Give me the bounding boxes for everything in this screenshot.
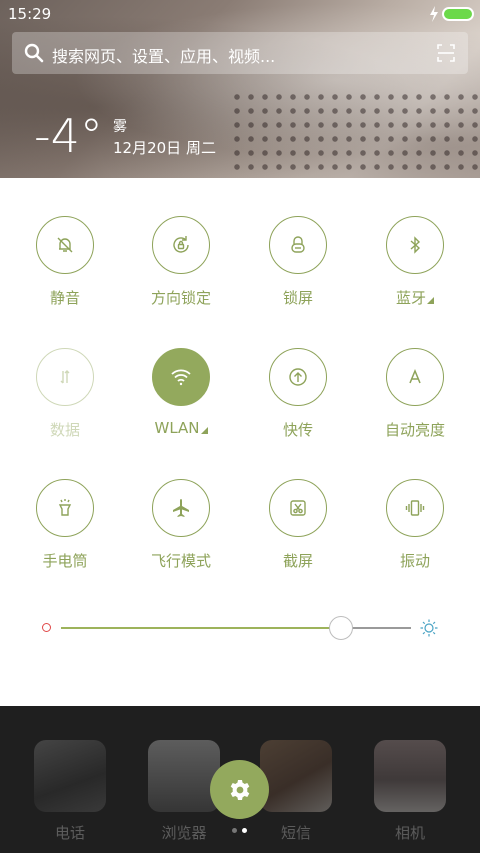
toggle-flashlight-label: 手电筒 [42,552,88,570]
flashlight-icon [58,499,72,516]
toggle-screenshot-button[interactable] [269,479,327,537]
vibrate-icon [405,500,425,516]
toggle-screenshot[interactable]: 截屏 [243,479,353,589]
settings-button[interactable] [210,760,269,819]
toggle-quick-transfer-label: 快传 [282,421,313,439]
brightness-high-icon [420,619,438,637]
bell-off-icon [57,237,73,253]
quick-transfer-icon [289,368,307,386]
weather-temperature[interactable]: -4° [34,110,103,162]
toggle-vibrate-label: 振动 [399,552,430,570]
toggle-bluetooth-button[interactable] [386,216,444,274]
toggle-wlan[interactable]: WLAN [126,348,236,458]
status-bar: 15:29 [0,0,480,28]
wallpaper-pattern [230,90,480,178]
status-time: 15:29 [8,5,52,23]
wifi-icon [171,369,191,386]
bluetooth-icon [410,236,421,254]
home-dock: 电话 浏览器 短信 相机 [0,706,480,853]
dock-app-browser[interactable]: 浏览器 [148,706,220,842]
toggle-rotation-lock[interactable]: 方向锁定 [126,216,236,326]
toggle-airplane-mode[interactable]: 飞行模式 [126,479,236,589]
brightness-track[interactable] [61,616,411,640]
brightness-low-icon [42,623,51,632]
menu-indicator-icon [427,297,434,304]
toggle-lock-screen-button[interactable] [269,216,327,274]
brightness-slider[interactable] [40,615,440,640]
toggle-rotation-lock-button[interactable] [152,216,210,274]
toggle-screenshot-label: 截屏 [282,552,313,570]
auto-brightness-icon [409,369,421,384]
toggle-vibrate[interactable]: 振动 [360,479,470,589]
search-icon [24,43,44,63]
dock-app-phone[interactable]: 电话 [34,706,106,842]
toggle-auto-brightness-label: 自动亮度 [384,421,445,439]
toggle-flashlight-button[interactable] [36,479,94,537]
gear-icon [230,779,249,800]
browser-app-icon[interactable] [148,740,220,812]
toggle-lock-screen[interactable]: 锁屏 [243,216,353,326]
page-indicator [232,828,248,834]
toggle-mobile-data-label: 数据 [49,421,80,439]
camera-app-icon[interactable] [374,740,446,812]
toggle-mobile-data-button[interactable] [36,348,94,406]
phone-app-icon[interactable] [34,740,106,812]
toggle-mute-label: 静音 [49,289,80,307]
lock-icon [291,236,305,253]
dock-app-label: 浏览器 [161,824,207,842]
toggle-auto-brightness-button[interactable] [386,348,444,406]
dock-app-camera[interactable]: 相机 [374,706,446,842]
page-dot [232,828,237,833]
weather-date: 12月20日 周二 [113,139,216,157]
toggle-mobile-data[interactable]: 数据 [10,348,120,458]
toggle-auto-brightness[interactable]: 自动亮度 [360,348,470,458]
airplane-icon [173,499,189,517]
page-dot-active [242,828,247,833]
quick-settings-panel: 静音 方向锁定 锁屏 蓝牙 数据 WLAN 快传 自动亮度 手电筒 飞行模式 截… [0,178,480,706]
notification-header: 15:29 搜索网页、设置、应用、视频... -4° 雾 12月20日 周二 [0,0,480,178]
charging-icon [430,6,438,22]
weather-condition: 雾 [113,119,127,135]
toggle-wlan-label: WLAN [126,419,236,437]
dock-app-messages[interactable]: 短信 [260,706,332,842]
toggle-wlan-button[interactable] [152,348,210,406]
search-bar[interactable]: 搜索网页、设置、应用、视频... [12,32,468,74]
toggle-rotation-lock-label: 方向锁定 [150,289,211,307]
brightness-thumb[interactable] [329,616,353,640]
toggle-bluetooth-label: 蓝牙 [360,287,470,308]
toggle-airplane-mode-label: 飞行模式 [150,552,211,570]
screenshot-icon [290,500,306,516]
dock-app-label: 电话 [54,824,85,842]
toggle-airplane-mode-button[interactable] [152,479,210,537]
dock-app-label: 相机 [394,824,425,842]
toggle-mute-button[interactable] [36,216,94,274]
menu-indicator-icon [200,427,208,434]
toggle-bluetooth[interactable]: 蓝牙 [360,216,470,326]
brightness-fill [61,627,341,629]
mobile-data-icon [60,370,70,384]
toggle-mute[interactable]: 静音 [10,216,120,326]
dock-app-label: 短信 [280,824,311,842]
toggle-quick-transfer[interactable]: 快传 [243,348,353,458]
messages-app-icon[interactable] [260,740,332,812]
toggle-lock-screen-label: 锁屏 [282,289,313,307]
battery-icon [442,7,474,21]
toggle-quick-transfer-button[interactable] [269,348,327,406]
toggle-flashlight[interactable]: 手电筒 [10,479,120,589]
scan-icon[interactable] [436,43,456,63]
toggle-vibrate-button[interactable] [386,479,444,537]
search-input[interactable]: 搜索网页、设置、应用、视频... [52,43,275,67]
rotation-lock-icon [173,236,189,253]
